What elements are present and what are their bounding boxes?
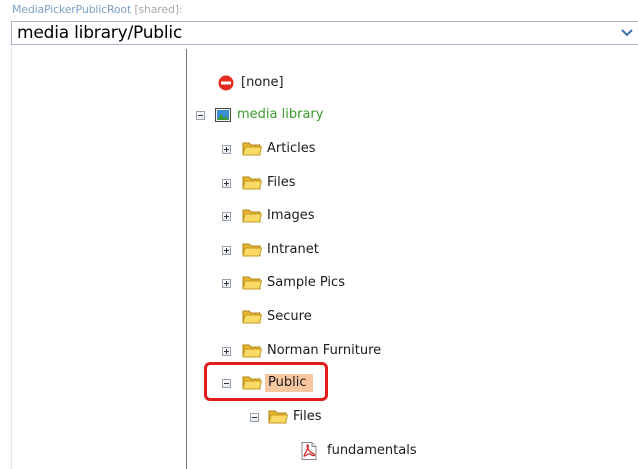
folder-icon xyxy=(268,410,288,424)
tree-item-label: [none] xyxy=(241,75,284,90)
tree-item-label: Norman Furniture xyxy=(267,343,382,358)
tree-item-label: Sample Pics xyxy=(267,275,345,290)
folder-icon xyxy=(242,276,262,290)
divider xyxy=(11,45,12,469)
field-label: MediaPickerPublicRoot [shared]: xyxy=(12,3,183,16)
folder-icon xyxy=(242,243,262,257)
tree-item-label: Secure xyxy=(267,309,312,324)
tree-item-label: fundamentals xyxy=(327,443,417,458)
collapse-toggle-icon[interactable] xyxy=(196,111,205,120)
expand-toggle-icon[interactable] xyxy=(222,347,231,356)
shared-tag: [shared]: xyxy=(134,3,183,16)
annotation-highlight-box xyxy=(204,362,328,401)
tree-item-label: Files xyxy=(267,175,296,190)
folder-icon xyxy=(242,209,262,223)
tree-item-label: Intranet xyxy=(267,242,319,257)
no-entry-icon xyxy=(218,75,234,91)
folder-icon xyxy=(242,142,262,156)
pdf-file-icon xyxy=(301,442,317,460)
expand-toggle-icon[interactable] xyxy=(222,246,231,255)
tree-item-label: Images xyxy=(267,208,315,223)
tree-item-label: media library xyxy=(237,107,324,122)
expand-toggle-icon[interactable] xyxy=(222,145,231,154)
field-name: MediaPickerPublicRoot xyxy=(12,3,132,16)
image-library-icon xyxy=(215,108,231,122)
dropdown-value: media library/Public xyxy=(17,23,183,43)
expand-toggle-icon[interactable] xyxy=(222,279,231,288)
chevron-down-icon[interactable] xyxy=(616,22,638,44)
expand-toggle-icon[interactable] xyxy=(222,212,231,221)
media-root-dropdown[interactable]: media library/Public xyxy=(11,21,638,45)
expand-toggle-icon[interactable] xyxy=(222,179,231,188)
tree-item-label: Files xyxy=(293,409,322,424)
folder-icon xyxy=(242,176,262,190)
collapse-toggle-icon[interactable] xyxy=(250,413,259,422)
folder-icon xyxy=(242,344,262,358)
tree-item-label: Articles xyxy=(267,141,316,156)
folder-icon xyxy=(242,310,262,324)
